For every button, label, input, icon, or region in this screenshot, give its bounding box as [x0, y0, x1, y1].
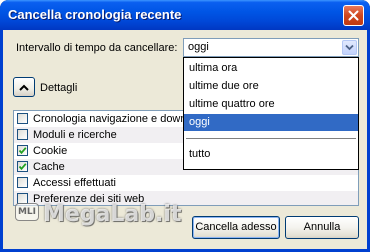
chevron-down-icon [345, 44, 354, 51]
dropdown-option-last-hour[interactable]: ultima ora [184, 60, 358, 77]
title-bar[interactable]: Cancella cronologia recente [0, 0, 370, 30]
dropdown-separator [186, 138, 356, 139]
details-toggle-button[interactable] [13, 77, 35, 97]
site-preferences-checkbox[interactable] [17, 193, 28, 204]
time-range-selected-value: oggi [188, 41, 209, 53]
time-range-dropdown-list: ultima ora ultime due ore ultime quattro… [183, 57, 359, 170]
dropdown-arrow-button[interactable] [342, 40, 357, 55]
dialog-body: Intervallo di tempo da cancellare: oggi … [3, 30, 367, 249]
dropdown-option-everything[interactable]: tutto [184, 146, 358, 163]
cache-checkbox[interactable] [17, 161, 28, 172]
checkmark-icon [18, 147, 27, 155]
site-preferences-label: Preferenze dei siti web [33, 193, 145, 205]
cookies-checkbox[interactable] [17, 145, 28, 156]
checkmark-icon [18, 163, 27, 171]
close-icon [348, 10, 359, 21]
close-button[interactable] [343, 5, 364, 26]
window-title: Cancella cronologia recente [8, 7, 182, 22]
time-range-select[interactable]: oggi [183, 38, 359, 57]
forms-searches-checkbox[interactable] [17, 129, 28, 140]
active-logins-checkbox[interactable] [17, 177, 28, 188]
chevron-up-icon [19, 84, 29, 91]
active-logins-label: Accessi effettuati [33, 177, 116, 189]
check-row-active-logins[interactable]: Accessi effettuati [14, 175, 358, 191]
cancel-button[interactable]: Annulla [285, 216, 359, 239]
forms-searches-label: Moduli e ricerche [33, 129, 117, 141]
dropdown-option-today[interactable]: oggi [184, 114, 358, 131]
dropdown-option-last-four-hours[interactable]: ultime quattro ore [184, 96, 358, 113]
browsing-history-label: Cronologia navigazione e down [33, 113, 187, 125]
check-row-site-preferences[interactable]: Preferenze dei siti web [14, 191, 358, 205]
dropdown-option-last-two-hours[interactable]: ultime due ore [184, 78, 358, 95]
cache-label: Cache [33, 161, 65, 173]
dialog-window: Cancella cronologia recente Intervallo d… [0, 0, 370, 252]
details-label: Dettagli [40, 82, 78, 94]
browsing-history-checkbox[interactable] [17, 113, 28, 124]
clear-now-button[interactable]: Cancella adesso [192, 216, 280, 239]
time-range-label: Intervallo di tempo da cancellare: [16, 42, 178, 54]
cookies-label: Cookie [33, 145, 68, 157]
